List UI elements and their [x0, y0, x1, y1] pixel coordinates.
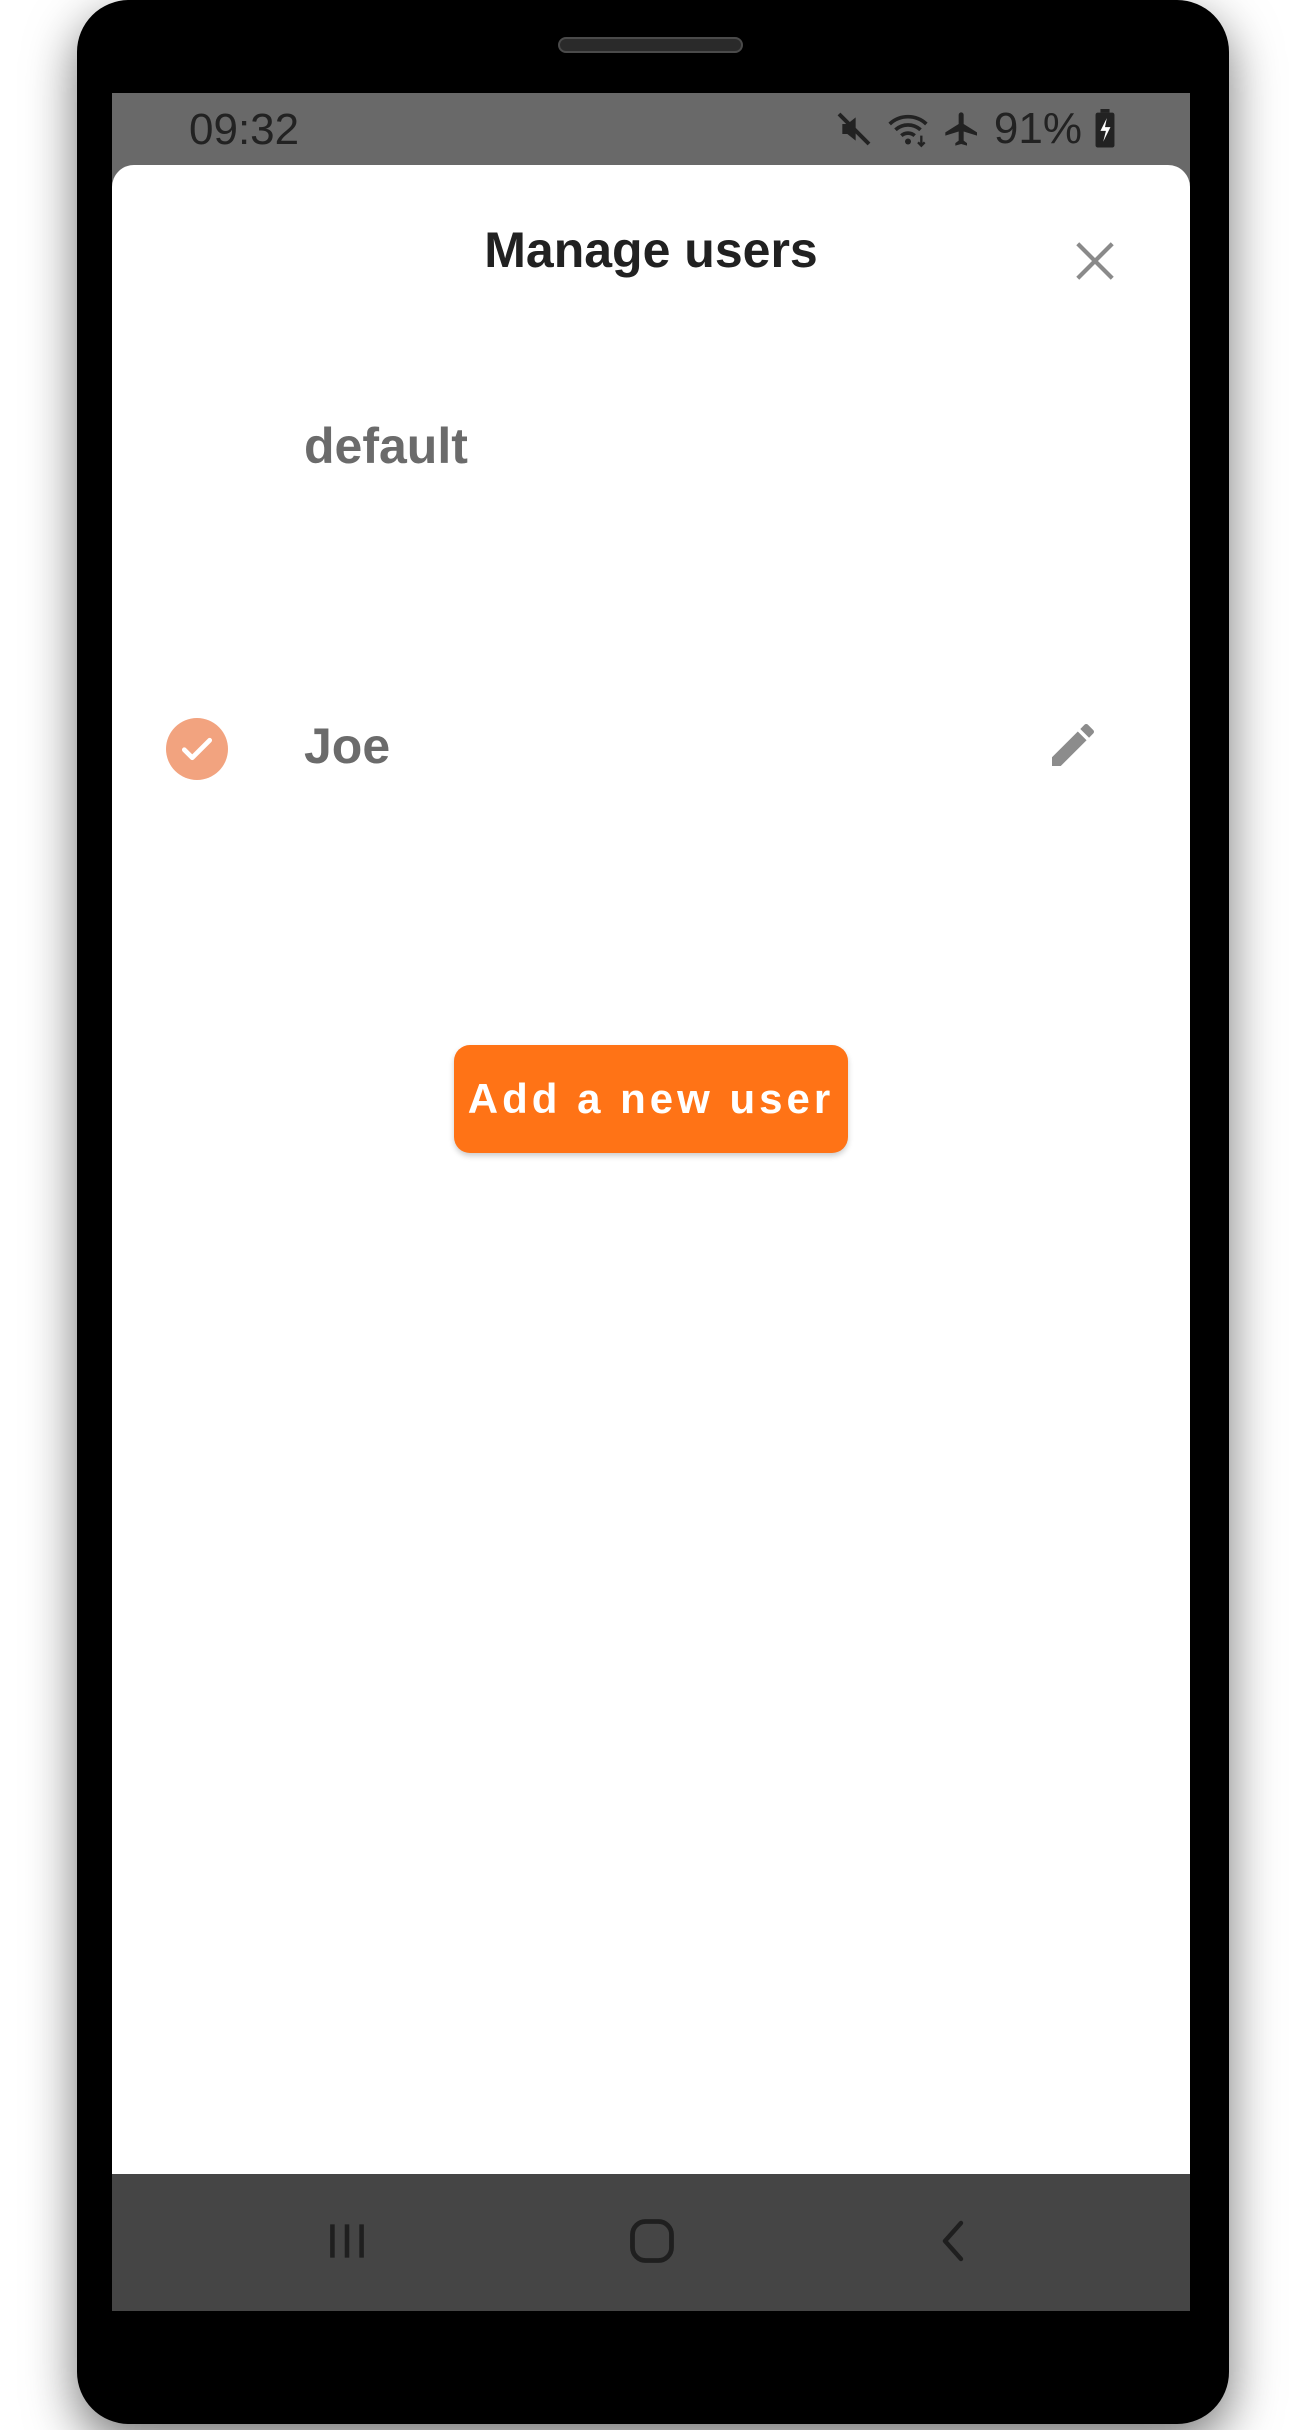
mute-icon	[834, 109, 874, 149]
user-name: default	[304, 418, 468, 474]
wifi-icon	[886, 109, 930, 149]
status-bar: 09:32 91%	[112, 93, 1190, 165]
close-icon[interactable]	[1072, 238, 1118, 289]
status-icons: 91%	[834, 103, 1116, 155]
phone-speaker	[558, 37, 743, 53]
edit-pencil-icon[interactable]	[1041, 713, 1105, 777]
sheet-title: Manage users	[484, 222, 818, 278]
airplane-icon	[942, 109, 982, 149]
selected-check-icon	[166, 718, 228, 780]
navigation-bar	[112, 2174, 1190, 2311]
battery-percent: 91%	[993, 104, 1082, 153]
battery-charging-icon	[1094, 109, 1116, 149]
home-button[interactable]	[617, 2208, 687, 2278]
user-row-joe[interactable]: Joe	[112, 687, 1190, 807]
back-icon[interactable]	[931, 2217, 979, 2270]
status-time: 09:32	[189, 105, 300, 154]
user-name: Joe	[304, 718, 391, 774]
home-icon[interactable]	[626, 2215, 678, 2272]
back-button[interactable]	[920, 2208, 990, 2278]
phone-frame: 09:32 91% Manage users default Joe Add a…	[77, 0, 1229, 2424]
recent-apps-button[interactable]	[312, 2208, 382, 2278]
manage-users-sheet: Manage users default Joe Add a new user	[112, 165, 1190, 2174]
user-row-default[interactable]: default	[112, 387, 1190, 507]
close-button[interactable]	[1067, 235, 1123, 291]
screen: 09:32 91% Manage users default Joe Add a…	[112, 93, 1190, 2311]
recent-apps-icon[interactable]	[322, 2216, 372, 2271]
add-new-user-button[interactable]: Add a new user	[454, 1045, 848, 1153]
